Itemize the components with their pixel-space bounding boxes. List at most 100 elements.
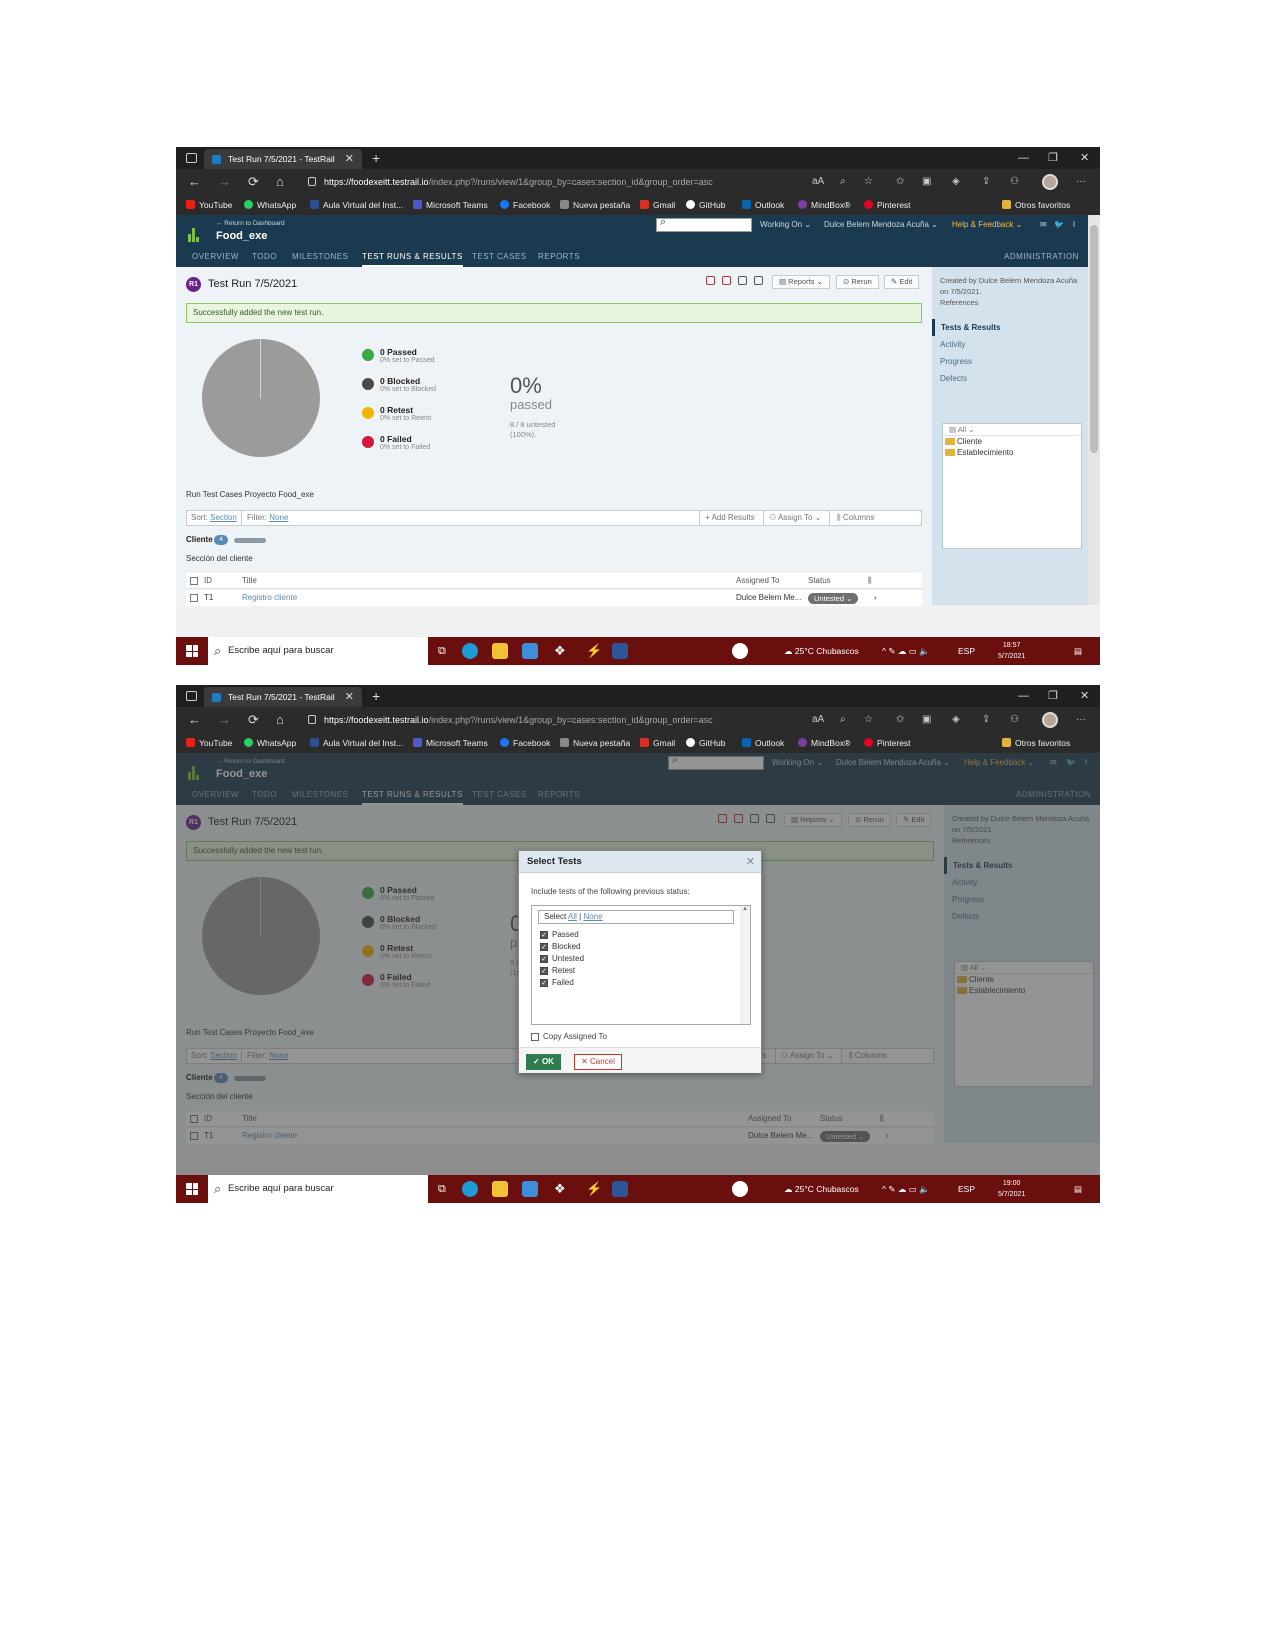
close-window-icon[interactable]: ✕ xyxy=(1080,147,1089,169)
windows-start-icon[interactable] xyxy=(186,1183,198,1195)
col-status[interactable]: Status xyxy=(808,573,831,589)
tab-milestones[interactable]: MILESTONES xyxy=(292,247,348,267)
more-menu-icon[interactable]: ··· xyxy=(1076,707,1086,733)
dropbox-icon[interactable]: ❖ xyxy=(554,1175,566,1203)
avatar[interactable] xyxy=(1042,712,1058,728)
zoom-icon[interactable]: ⌕ xyxy=(840,707,846,733)
clock[interactable]: 18:57 5/7/2021 xyxy=(998,640,1025,662)
bookmark-teams[interactable]: Microsoft Teams xyxy=(413,733,488,753)
copy-assigned-checkbox[interactable]: Copy Assigned To xyxy=(531,1032,607,1041)
tree-filter[interactable]: ▤ All ⌄ xyxy=(943,424,1081,436)
help-icon[interactable] xyxy=(732,643,748,659)
page-scrollbar[interactable] xyxy=(1088,215,1100,605)
user-dropdown[interactable]: Dulce Belem Mendoza Acuña ⌄ xyxy=(824,218,938,232)
avatar[interactable] xyxy=(1042,174,1058,190)
bookmark-facebook[interactable]: Facebook xyxy=(500,195,550,215)
archive-icon[interactable] xyxy=(754,276,763,285)
checkbox-checked-icon[interactable]: ✓ xyxy=(540,979,548,987)
profile-sync-icon[interactable]: ⚇ xyxy=(1010,707,1019,733)
list-scrollbar[interactable]: ▲ xyxy=(740,906,750,1024)
windows-start-icon[interactable] xyxy=(186,645,198,657)
checkbox-checked-icon[interactable]: ✓ xyxy=(540,943,548,951)
restore-icon[interactable]: ❐ xyxy=(1048,685,1058,707)
bookmark-whatsapp[interactable]: WhatsApp xyxy=(244,733,296,753)
other-bookmarks[interactable]: Otros favoritos xyxy=(1002,733,1070,753)
rss-icon[interactable]: ⌇ xyxy=(1072,218,1076,232)
tree-item[interactable]: Cliente xyxy=(943,436,1081,447)
clock[interactable]: 19:00 5/7/2021 xyxy=(998,1178,1025,1200)
collections-icon[interactable]: ▣ xyxy=(922,169,931,195)
select-all-link[interactable]: All xyxy=(568,912,577,921)
minimize-icon[interactable]: — xyxy=(1018,685,1029,707)
forward-icon[interactable]: → xyxy=(218,707,231,733)
close-tab-icon[interactable]: ✕ xyxy=(345,149,354,169)
zoom-icon[interactable]: ⌕ xyxy=(840,169,846,195)
tab-actions-icon[interactable] xyxy=(186,153,197,163)
checkbox-checked-icon[interactable]: ✓ xyxy=(540,931,548,939)
cancel-button[interactable]: ✕ Cancel xyxy=(574,1054,622,1070)
bookmark-aula-virtual[interactable]: Aula Virtual del Inst... xyxy=(310,733,403,753)
tree-item[interactable]: Establecimiento xyxy=(943,447,1081,458)
tab-test-runs-results[interactable]: TEST RUNS & RESULTS xyxy=(362,247,463,267)
assign-to-button[interactable]: ⚇ Assign To ⌄ xyxy=(769,511,821,525)
more-menu-icon[interactable]: ··· xyxy=(1076,169,1086,195)
bookmark-github[interactable]: GitHub xyxy=(686,733,725,753)
tab-reports[interactable]: REPORTS xyxy=(538,247,580,267)
sidebar-item-defects[interactable]: Defects xyxy=(932,370,1088,387)
table-row[interactable]: T1 Registro cliente Dulce Belem Me... Un… xyxy=(186,590,922,606)
rerun-button[interactable]: ⊙ Rerun xyxy=(836,275,879,289)
url-field[interactable]: https://foodexeitt.testrail.io/index.php… xyxy=(304,172,810,192)
task-view-icon[interactable]: ⧉ xyxy=(438,637,446,665)
col-title[interactable]: Title xyxy=(242,573,257,589)
sort-value[interactable]: Section xyxy=(210,513,237,522)
tab-test-cases[interactable]: TEST CASES xyxy=(472,247,527,267)
bookmark-github[interactable]: GitHub xyxy=(686,195,725,215)
notifications-icon[interactable]: ▤ xyxy=(1074,637,1082,665)
system-tray-icons[interactable]: ^ ✎ ☁ ▭ 🔈 xyxy=(882,637,930,665)
language-indicator[interactable]: ESP xyxy=(958,1175,975,1203)
select-none-link[interactable]: None xyxy=(583,912,602,921)
file-explorer-icon[interactable] xyxy=(492,643,508,659)
tab-todo[interactable]: TODO xyxy=(252,247,277,267)
home-icon[interactable]: ⌂ xyxy=(276,707,284,733)
bookmark-mindbox[interactable]: MindBox® xyxy=(798,195,850,215)
filter-value[interactable]: None xyxy=(269,513,288,522)
checkbox-icon[interactable] xyxy=(531,1033,539,1041)
refresh-icon[interactable]: ⟳ xyxy=(248,169,259,195)
search-input[interactable] xyxy=(656,216,752,232)
edge-icon[interactable] xyxy=(462,643,478,659)
bookmark-aula-virtual[interactable]: Aula Virtual del Inst... xyxy=(310,195,403,215)
minimize-icon[interactable]: — xyxy=(1018,147,1029,169)
export-icon[interactable] xyxy=(722,276,731,285)
checkbox-checked-icon[interactable]: ✓ xyxy=(540,955,548,963)
tab-actions-icon[interactable] xyxy=(186,691,197,701)
edit-button[interactable]: ✎ Edit xyxy=(884,275,920,289)
project-name[interactable]: Food_exe xyxy=(216,230,267,242)
column-settings-icon[interactable]: ⫼ xyxy=(868,573,872,589)
status-dropdown[interactable]: Untested ⌄ xyxy=(808,593,859,604)
messages-icon[interactable]: ✉ xyxy=(1040,218,1047,232)
other-bookmarks[interactable]: Otros favoritos xyxy=(1002,195,1070,215)
weather-widget[interactable]: ☁ 25°C Chubascos xyxy=(784,637,859,665)
bookmark-youtube[interactable]: YouTube xyxy=(186,733,232,753)
url-field[interactable]: https://foodexeitt.testrail.io/index.php… xyxy=(304,710,810,730)
power-automate-icon[interactable]: ⚡ xyxy=(586,637,602,665)
share-icon[interactable]: ⇪ xyxy=(982,169,990,195)
bookmark-outlook[interactable]: Outlook xyxy=(742,195,784,215)
browser-tab[interactable]: Test Run 7/5/2021 - TestRail ✕ xyxy=(204,687,362,707)
bookmark-whatsapp[interactable]: WhatsApp xyxy=(244,195,296,215)
close-window-icon[interactable]: ✕ xyxy=(1080,685,1089,707)
row-checkbox[interactable] xyxy=(190,594,198,602)
new-tab-icon[interactable]: + xyxy=(372,685,380,707)
refresh-icon[interactable]: ⟳ xyxy=(248,707,259,733)
option-passed[interactable]: ✓ Passed xyxy=(540,930,579,940)
tab-overview[interactable]: OVERVIEW xyxy=(192,247,239,267)
favorites-icon[interactable]: ✩ xyxy=(896,169,904,195)
bookmark-nueva-pestana[interactable]: Nueva pestaña xyxy=(560,195,630,215)
browser-tab[interactable]: Test Run 7/5/2021 - TestRail ✕ xyxy=(204,149,362,169)
chevron-right-icon[interactable]: › xyxy=(874,590,877,606)
close-tab-icon[interactable]: ✕ xyxy=(345,687,354,707)
edge-icon[interactable] xyxy=(462,1181,478,1197)
favorites-icon[interactable]: ✩ xyxy=(896,707,904,733)
return-to-dashboard-link[interactable]: ← Return to Dashboard xyxy=(216,220,285,227)
